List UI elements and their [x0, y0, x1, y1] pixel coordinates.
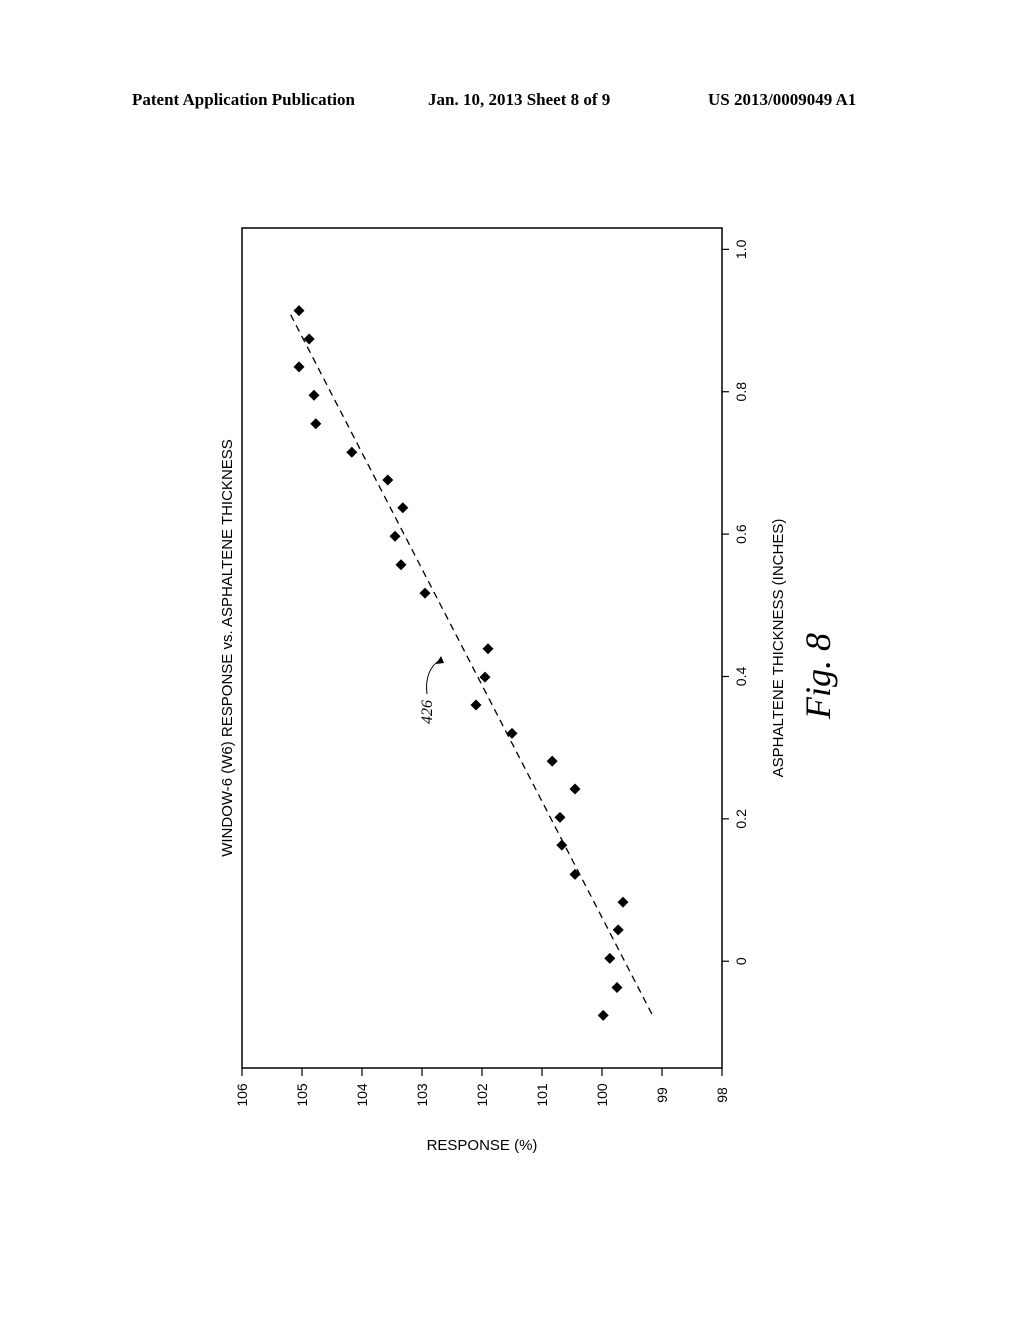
data-point — [382, 474, 394, 486]
data-point — [303, 333, 315, 345]
thickness-axis-ticks: 0 0.2 0.4 0.6 0.8 1.0 — [722, 239, 749, 965]
data-point — [556, 839, 568, 851]
data-points — [293, 305, 629, 1021]
data-point — [546, 755, 558, 767]
thickness-tick-label: 0.6 — [733, 524, 749, 544]
response-tick-label: 106 — [234, 1083, 250, 1107]
data-point — [419, 587, 431, 599]
fit-line-426 — [289, 313, 653, 1015]
data-point — [611, 982, 623, 994]
data-point — [397, 502, 409, 514]
data-point — [293, 361, 305, 373]
thickness-axis-title: ASPHALTENE THICKNESS (INCHES) — [770, 519, 787, 778]
data-point — [569, 783, 581, 795]
data-point — [308, 389, 320, 401]
response-tick-label: 98 — [714, 1087, 730, 1103]
thickness-tick-label: 0.4 — [733, 667, 749, 687]
thickness-tick-label: 0 — [733, 957, 749, 965]
data-point — [506, 727, 518, 739]
reference-426: 426 — [419, 656, 444, 724]
reference-arrowhead — [436, 656, 444, 664]
plot-frame — [241, 227, 723, 1069]
response-tick-label: 101 — [534, 1083, 550, 1107]
thickness-tick-label: 1.0 — [733, 239, 749, 259]
data-point — [617, 896, 629, 908]
figure-label: Fig. 8 — [798, 633, 838, 720]
data-point — [293, 305, 305, 317]
data-point — [470, 699, 482, 711]
response-tick-label: 105 — [294, 1083, 310, 1107]
reference-numeral: 426 — [419, 700, 436, 724]
scatter-chart: 0 0.2 0.4 0.6 0.8 1.0 106 105 104 103 102 101 100 99… — [219, 227, 838, 1154]
data-point — [569, 868, 581, 880]
thickness-tick-label: 0.8 — [733, 382, 749, 402]
response-axis-ticks: 106 105 104 103 102 101 100 99 98 — [234, 1068, 730, 1107]
data-point — [479, 671, 491, 683]
data-point — [389, 530, 401, 542]
data-point — [395, 559, 407, 571]
data-point — [482, 643, 494, 655]
data-point — [310, 418, 322, 430]
data-point — [554, 811, 566, 823]
data-point — [612, 924, 624, 936]
reference-arrow-curve — [426, 659, 441, 695]
data-point — [597, 1009, 609, 1021]
data-point — [346, 446, 358, 458]
chart-title: WINDOW-6 (W6) RESPONSE vs. ASPHALTENE TH… — [219, 439, 236, 857]
response-tick-label: 100 — [594, 1083, 610, 1107]
response-tick-label: 102 — [474, 1083, 490, 1107]
response-tick-label: 99 — [654, 1087, 670, 1103]
response-tick-label: 103 — [414, 1083, 430, 1107]
thickness-tick-label: 0.2 — [733, 809, 749, 829]
response-axis-title: RESPONSE (%) — [427, 1137, 538, 1154]
response-tick-label: 104 — [354, 1083, 370, 1107]
data-point — [604, 952, 616, 964]
